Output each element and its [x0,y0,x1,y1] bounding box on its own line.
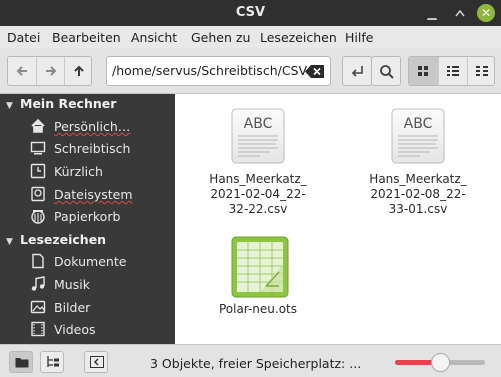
sidebar-item-dateisystem[interactable]: Dateisystem [30,185,170,205]
sidebar-item-label: Dokumente [54,254,127,269]
navigation-buttons [7,56,92,86]
minimize-icon[interactable]: ▁ [423,4,441,22]
expand-arrow-icon[interactable]: ▼ [6,101,20,111]
sidebar-item-label: Papierkorb [54,209,121,224]
search-button[interactable] [371,56,401,86]
music-icon [31,276,45,291]
pictures-icon [30,300,46,314]
text-document-icon: ABC [231,108,285,164]
sidebar-item-videos[interactable]: Videos [30,320,170,340]
file-name-line: Hans_Meerkatz_ [369,172,467,186]
menu-lesezeichen[interactable]: Lesezeichen [260,30,337,45]
desktop-icon [30,141,46,155]
sidebar-item-dokumente[interactable]: Dokumente [30,252,170,272]
sidebar-item-label: Musik [54,277,90,292]
close-icon[interactable]: ✕ [477,4,495,22]
sidebar-item-musik[interactable]: Musik [30,275,170,295]
menu-ansicht[interactable]: Ansicht [131,30,177,45]
location-path[interactable]: /home/servus/Schreibtisch/CSV [112,63,307,78]
sidebar-item-label: Bilder [54,300,91,315]
menu-hilfe[interactable]: Hilfe [345,30,373,45]
sidebar-item-kuerzlich[interactable]: Kürzlich [30,162,170,182]
compact-list-icon [476,66,488,76]
sidebar-toggle-icon [90,356,104,368]
show-tree-button[interactable] [40,351,64,373]
menu-bar: Datei Bearbeiten Ansicht Gehen zu Leseze… [0,26,501,48]
file-item[interactable]: Polar-neu.ots [202,236,314,321]
sidebar: ▼ Mein Rechner Persönlich… Schreibtisch K… [0,94,175,344]
menu-gehen-zu[interactable]: Gehen zu [191,30,250,45]
status-text: 3 Objekte, freier Speicherplatz: ... [150,356,362,371]
maximize-icon[interactable] [451,4,469,22]
search-icon [380,65,394,79]
sidebar-item-label: Dateisystem [54,187,133,202]
home-icon [31,118,45,133]
sidebar-section-lesezeichen[interactable]: ▼ Lesezeichen [6,232,106,247]
icon-text: ABC [404,116,433,132]
menu-bearbeiten[interactable]: Bearbeiten [52,30,121,45]
view-mode-buttons [408,56,495,86]
sidebar-item-papierkorb[interactable]: Papierkorb [30,207,170,227]
sidebar-item-persoenlich[interactable]: Persönlich… [30,117,170,137]
spreadsheet-template-icon [231,236,289,298]
text-document-icon: ABC [391,108,445,164]
zoom-slider[interactable] [395,353,485,372]
grid-icon [418,66,428,76]
back-button[interactable] [8,57,36,85]
compact-view-button[interactable] [467,57,496,85]
sidebar-item-label: Videos [54,322,96,337]
arrow-up-icon [73,65,84,76]
up-button[interactable] [64,57,92,85]
sidebar-item-label: Schreibtisch [54,141,131,156]
drive-icon [31,186,45,202]
clear-text-icon[interactable] [305,65,325,78]
title-bar: CSV ▁ ✕ [0,0,501,26]
status-bar: 3 Objekte, freier Speicherplatz: ... [0,344,501,377]
location-bar[interactable]: /home/servus/Schreibtisch/CSV [106,56,331,86]
zoom-slider-knob[interactable] [431,353,450,372]
toggle-location-button[interactable] [342,56,372,86]
sidebar-item-schreibtisch[interactable]: Schreibtisch [30,139,170,159]
expand-arrow-icon[interactable]: ▼ [6,237,20,247]
file-name-line: Hans_Meerkatz_ [209,172,307,186]
file-item[interactable]: ABC Hans_Meerkatz_ 2021-02-04_22- 32-22.… [202,108,314,228]
sidebar-item-label: Persönlich… [54,119,131,134]
sidebar-section-mein-rechner[interactable]: ▼ Mein Rechner [6,96,116,111]
tree-icon [47,356,59,367]
section-title: Lesezeichen [20,232,107,247]
file-name-line: 2021-02-08_22- [370,187,466,201]
menu-datei[interactable]: Datei [7,30,40,45]
toolbar: /home/servus/Schreibtisch/CSV [0,48,501,94]
videos-icon [31,321,45,337]
icon-text: ABC [244,116,273,132]
forward-button[interactable] [36,57,64,85]
icon-view-button[interactable] [409,57,438,85]
arrow-left-icon [16,66,27,76]
documents-icon [32,253,44,269]
hide-sidebar-button[interactable] [84,351,108,373]
file-name[interactable]: Polar-neu.ots [202,302,314,317]
file-name[interactable]: Hans_Meerkatz_ 2021-02-08_22- 33-01.csv [362,172,474,217]
sidebar-item-label: Kürzlich [54,164,103,179]
file-name-line: Polar-neu.ots [218,302,298,316]
section-title: Mein Rechner [20,96,117,111]
list-icon [447,66,459,76]
folder-icon [15,358,29,368]
file-name[interactable]: Hans_Meerkatz_ 2021-02-04_22- 32-22.csv [202,172,314,217]
list-view-button[interactable] [438,57,467,85]
file-name-line: 2021-02-04_22- [210,187,306,201]
recent-icon [30,163,46,179]
enter-location-icon [351,66,363,77]
file-view[interactable]: ABC Hans_Meerkatz_ 2021-02-04_22- 32-22.… [175,94,501,344]
sidebar-item-bilder[interactable]: Bilder [30,298,170,318]
trash-icon [31,210,45,224]
arrow-right-icon [45,66,56,76]
file-name-line: 32-22.csv [228,202,288,216]
show-places-button[interactable] [9,351,33,373]
file-item[interactable]: ABC Hans_Meerkatz_ 2021-02-08_22- 33-01.… [362,108,474,228]
file-name-line: 33-01.csv [388,202,448,216]
